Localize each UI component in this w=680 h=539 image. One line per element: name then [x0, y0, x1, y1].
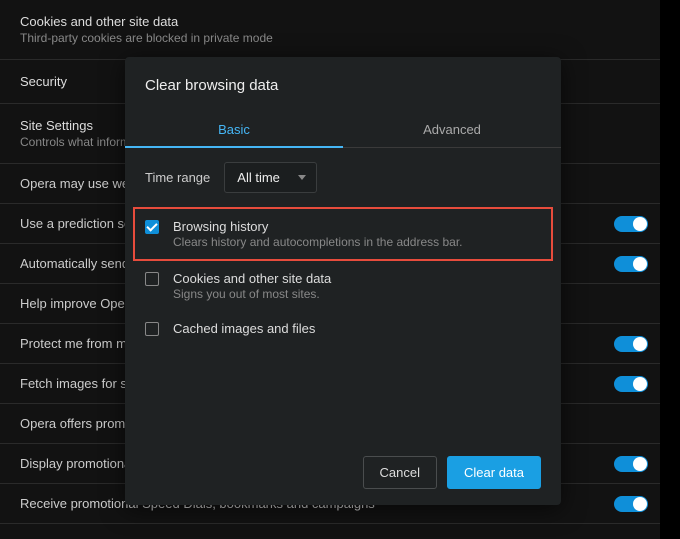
- dialog-tabs: Basic Advanced: [125, 112, 561, 148]
- options-list: Browsing history Clears history and auto…: [125, 207, 561, 346]
- option-cached[interactable]: Cached images and files: [145, 311, 541, 346]
- settings-sub: Third-party cookies are blocked in priva…: [20, 31, 640, 45]
- toggle-switch[interactable]: [614, 376, 648, 392]
- option-title: Browsing history: [173, 219, 463, 234]
- settings-item-cookies[interactable]: Cookies and other site data Third-party …: [0, 0, 660, 60]
- option-sub: Signs you out of most sites.: [173, 287, 331, 301]
- option-text: Browsing history Clears history and auto…: [173, 219, 463, 249]
- option-browsing-history[interactable]: Browsing history Clears history and auto…: [133, 207, 553, 261]
- chevron-down-icon: [298, 175, 306, 180]
- option-title: Cached images and files: [173, 321, 315, 336]
- dialog-title: Clear browsing data: [125, 77, 561, 112]
- time-range-row: Time range All time: [125, 148, 561, 207]
- settings-title: Protect me from ma: [20, 336, 134, 351]
- checkbox-browsing-history[interactable]: [145, 220, 159, 234]
- clear-data-button[interactable]: Clear data: [447, 456, 541, 489]
- settings-title: Help improve Opera: [20, 296, 136, 311]
- time-range-dropdown[interactable]: All time: [224, 162, 317, 193]
- time-range-label: Time range: [145, 170, 210, 185]
- settings-title: Opera may use web: [20, 176, 136, 191]
- option-sub: Clears history and autocompletions in th…: [173, 235, 463, 249]
- toggle-switch[interactable]: [614, 256, 648, 272]
- settings-title: Fetch images for sug: [20, 376, 141, 391]
- option-title: Cookies and other site data: [173, 271, 331, 286]
- tab-advanced[interactable]: Advanced: [343, 112, 561, 147]
- toggle-switch[interactable]: [614, 216, 648, 232]
- cancel-button[interactable]: Cancel: [363, 456, 437, 489]
- settings-title: Cookies and other site data: [20, 14, 640, 29]
- dialog-buttons: Cancel Clear data: [125, 346, 561, 489]
- settings-title: Use a prediction ser: [20, 216, 136, 231]
- time-range-value: All time: [237, 170, 280, 185]
- toggle-switch[interactable]: [614, 456, 648, 472]
- toggle-switch[interactable]: [614, 336, 648, 352]
- checkbox-cached[interactable]: [145, 322, 159, 336]
- option-cookies[interactable]: Cookies and other site data Signs you ou…: [145, 261, 541, 311]
- settings-title: Opera offers promot: [20, 416, 136, 431]
- tab-indicator: [125, 146, 343, 148]
- checkbox-cookies[interactable]: [145, 272, 159, 286]
- toggle-switch[interactable]: [614, 496, 648, 512]
- option-text: Cached images and files: [173, 321, 315, 336]
- tab-basic[interactable]: Basic: [125, 112, 343, 147]
- option-text: Cookies and other site data Signs you ou…: [173, 271, 331, 301]
- clear-browsing-data-dialog: Clear browsing data Basic Advanced Time …: [125, 57, 561, 505]
- settings-title: Automatically send c: [20, 256, 139, 271]
